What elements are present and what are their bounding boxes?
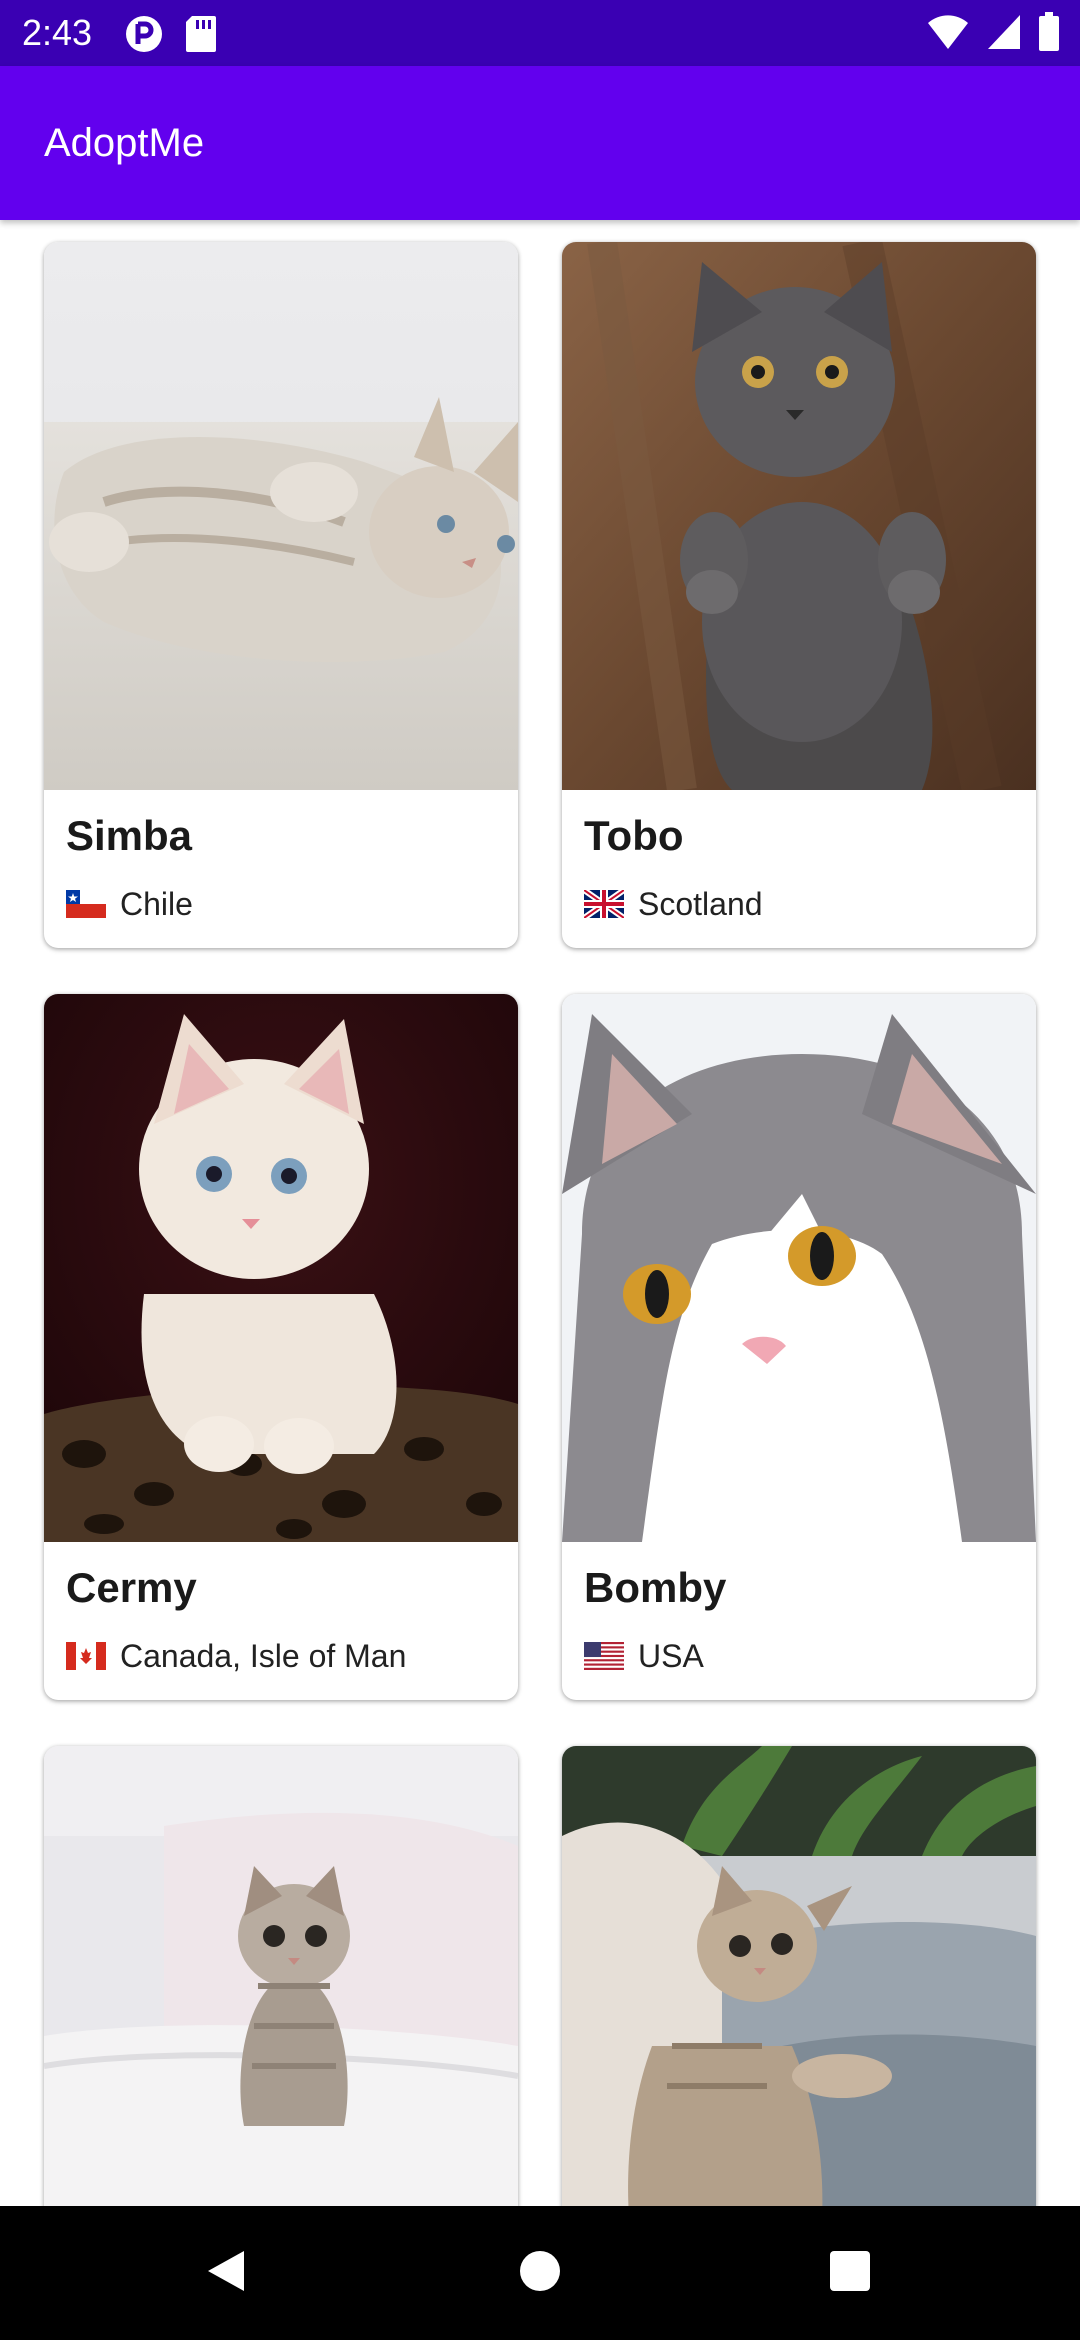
- pet-grid[interactable]: Simba Chile Tobo Scotland Cermy Canada, …: [0, 220, 1080, 2206]
- pet-country-label: USA: [638, 1638, 704, 1674]
- pet-country: USA: [584, 1636, 704, 1676]
- pet-country: Canada, Isle of Man: [66, 1636, 406, 1676]
- pet-country: Scotland: [584, 884, 763, 924]
- pet-card[interactable]: Tobo Scotland: [562, 242, 1036, 948]
- pet-card[interactable]: Simba Chile: [44, 242, 518, 948]
- pet-photo: [562, 1746, 1036, 2206]
- recents-icon: [829, 2250, 871, 2297]
- pet-name: Cermy: [66, 1564, 197, 1611]
- pet-card[interactable]: [44, 1746, 518, 2206]
- status-time: 2:43: [22, 12, 93, 53]
- uk-flag-icon: [584, 890, 624, 918]
- pet-name: Bomby: [584, 1564, 727, 1611]
- cellular-signal-icon: [986, 13, 1022, 56]
- navigation-bar: [0, 2206, 1080, 2340]
- usa-flag-icon: [584, 1642, 624, 1670]
- pet-name: Simba: [66, 812, 193, 859]
- home-button[interactable]: [460, 2206, 620, 2340]
- wifi-icon: [926, 13, 970, 56]
- status-bar: 2:43: [0, 0, 1080, 66]
- back-icon: [204, 2247, 248, 2300]
- app-bar: AdoptMe: [0, 66, 1080, 220]
- pet-name: Tobo: [584, 812, 684, 859]
- back-button[interactable]: [146, 2206, 306, 2340]
- pet-card[interactable]: [562, 1746, 1036, 2206]
- home-icon: [518, 2249, 562, 2298]
- canada-flag-icon: [66, 1642, 106, 1670]
- recents-button[interactable]: [770, 2206, 930, 2340]
- pet-photo: [562, 242, 1036, 790]
- chile-flag-icon: [66, 890, 106, 918]
- privacy-indicator-icon: [124, 14, 164, 59]
- pet-photo: [44, 242, 518, 790]
- sd-card-icon: [184, 14, 218, 59]
- pet-photo: [562, 994, 1036, 1542]
- pet-country-label: Canada, Isle of Man: [120, 1638, 407, 1674]
- app-title: AdoptMe: [44, 121, 205, 165]
- pet-country: Chile: [66, 884, 193, 924]
- battery-icon: [1038, 12, 1060, 57]
- pet-country-label: Scotland: [638, 886, 763, 922]
- pet-country-label: Chile: [120, 886, 193, 922]
- pet-photo: [44, 994, 518, 1542]
- pet-photo: [44, 1746, 518, 2206]
- pet-card[interactable]: Cermy Canada, Isle of Man: [44, 994, 518, 1700]
- pet-card[interactable]: Bomby USA: [562, 994, 1036, 1700]
